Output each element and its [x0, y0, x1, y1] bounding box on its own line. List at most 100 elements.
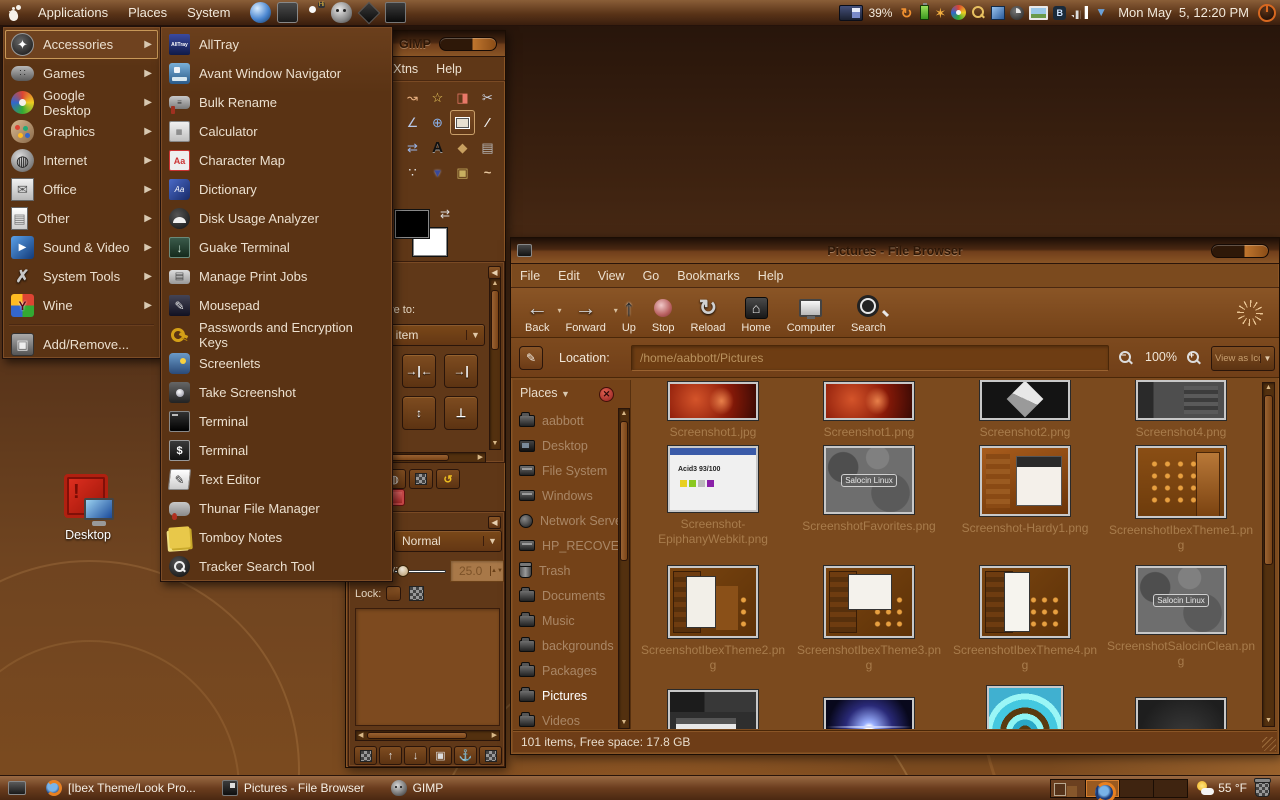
file-item[interactable]: Screenshot-EpiphanyWebkit.png [636, 446, 790, 566]
gimp-swap-colors-icon[interactable]: ⇄ [440, 207, 450, 221]
scrollbar-thumb[interactable] [620, 421, 628, 561]
panel-launcher-icon[interactable] [385, 2, 406, 23]
desktop-shortcut[interactable]: Desktop [56, 474, 120, 542]
lock-checkbox[interactable] [386, 586, 401, 601]
gimp-tool-button[interactable] [425, 135, 450, 160]
tray-icon[interactable] [951, 5, 966, 20]
place-item[interactable]: Documents [513, 583, 618, 608]
power-icon[interactable] [1258, 4, 1276, 22]
lock-pattern-swatch[interactable] [409, 586, 424, 601]
workspace-cell[interactable] [1051, 780, 1085, 797]
scrollbar-thumb[interactable] [1264, 395, 1273, 565]
tray-icon[interactable] [920, 5, 929, 20]
tray-icon[interactable] [1071, 6, 1088, 19]
submenu-item[interactable]: Guake Terminal [163, 233, 390, 262]
cpu-meter-icon[interactable] [839, 5, 863, 21]
gimp-foreground-color-swatch[interactable] [394, 209, 430, 239]
menu-category-item[interactable]: Games ▶ [5, 59, 158, 88]
layers-list[interactable] [355, 608, 500, 726]
file-item[interactable]: ScreenshotFavorites.png [792, 446, 946, 566]
toolbar-button[interactable]: Search [843, 288, 894, 337]
file-item[interactable]: Screenshot-Hardy1.png [948, 446, 1102, 566]
workspace-cell[interactable] [1119, 780, 1153, 797]
spin-arrows-icon[interactable]: ▲▼ [490, 566, 503, 576]
place-item[interactable]: backgrounds [513, 633, 618, 658]
gimp-tool-button[interactable] [450, 160, 475, 185]
submenu-item[interactable]: Tomboy Notes [163, 523, 390, 552]
file-item[interactable]: ScreenshotIbexTheme1.png [1104, 446, 1258, 566]
gnome-menu-icon[interactable] [6, 4, 24, 22]
workspace-cell[interactable] [1153, 780, 1187, 797]
file-item[interactable]: Screenshot2.png [948, 380, 1102, 446]
place-item[interactable]: Network Servers [513, 508, 618, 533]
sidebar-close-icon[interactable]: ✕ [599, 387, 614, 402]
align-right-button[interactable]: →| [444, 354, 478, 388]
opacity-spinbox[interactable]: 25.0 ▲▼ [450, 560, 504, 582]
menu-category-item[interactable]: Office ▶ [5, 175, 158, 204]
workspace-cell-active[interactable] [1085, 780, 1119, 797]
place-item[interactable]: File System [513, 458, 618, 483]
menu-category-item[interactable]: Sound & Video ▶ [5, 233, 158, 262]
scroll-right-icon[interactable]: ▶ [492, 731, 497, 741]
tray-icon[interactable] [1053, 6, 1066, 20]
tray-icon[interactable] [1029, 6, 1048, 20]
submenu-item[interactable]: Terminal [163, 436, 390, 465]
tray-icon[interactable] [934, 6, 946, 20]
file-item[interactable]: ScreenshotIbexTheme2.png [636, 566, 790, 686]
anchor-layer-button[interactable]: ⚓ [454, 746, 477, 765]
place-item[interactable]: Pictures [513, 683, 618, 708]
resize-grip[interactable] [1262, 737, 1276, 751]
place-item[interactable]: HP_RECOVERY [513, 533, 618, 558]
panel-launcher-icon[interactable] [358, 2, 379, 23]
menu-category-item[interactable]: Internet ▶ [5, 146, 158, 175]
delete-layer-button[interactable] [479, 746, 502, 765]
file-browser-window-buttons[interactable] [1211, 244, 1269, 258]
place-item[interactable]: Trash [513, 558, 618, 583]
submenu-item[interactable]: Thunar File Manager [163, 494, 390, 523]
file-view[interactable]: Screenshot1.jpg Screenshot1.png Screensh… [631, 380, 1277, 729]
gimp-menu-item[interactable]: Help [427, 57, 471, 80]
panel-launcher-icon[interactable] [277, 2, 298, 23]
dock-collapse-icon[interactable]: ◀ [488, 516, 501, 529]
taskbar-task-button[interactable]: [Ibex Theme/Look Pro... [36, 778, 206, 799]
toolbar-button[interactable]: Reload [683, 288, 734, 337]
layer-mode-dropdown[interactable]: Normal ▼ [394, 530, 502, 552]
scroll-up-icon[interactable]: ▲ [490, 279, 500, 289]
submenu-item[interactable]: Disk Usage Analyzer [163, 204, 390, 233]
menu-category-item[interactable]: Google Desktop ▶ [5, 88, 158, 117]
gimp-window-buttons[interactable] [439, 37, 497, 51]
tray-icon[interactable] [1093, 6, 1109, 20]
layers-hscrollbar[interactable]: ◀ ▶ [355, 730, 500, 741]
file-browser-menu-item[interactable]: Go [634, 264, 669, 287]
raise-layer-button[interactable]: ↑ [379, 746, 402, 765]
file-item[interactable] [1104, 686, 1258, 729]
sidebar-vscrollbar[interactable]: ▲ ▼ [618, 408, 630, 729]
trash-applet-icon[interactable] [1255, 780, 1270, 797]
gimp-tool-button[interactable] [450, 110, 475, 135]
gimp-tool-button[interactable] [425, 85, 450, 110]
tray-icon[interactable] [897, 6, 915, 20]
delete-options-button[interactable] [409, 469, 433, 489]
taskbar-task-button[interactable]: GIMP [381, 778, 454, 799]
scroll-up-icon[interactable]: ▲ [1263, 383, 1274, 393]
file-item[interactable]: ScreenshotIbexTheme3.png [792, 566, 946, 686]
place-item[interactable]: Desktop [513, 433, 618, 458]
add-remove-menu-item[interactable]: Add/Remove... [5, 330, 158, 359]
lower-layer-button[interactable]: ↓ [404, 746, 427, 765]
tool-options-vscrollbar[interactable]: ▲ ▼ [489, 278, 501, 450]
place-item[interactable]: aabbott [513, 408, 618, 433]
scrollbar-thumb[interactable] [491, 290, 499, 350]
reset-options-button[interactable]: ↺ [436, 469, 460, 489]
scroll-down-icon[interactable]: ▼ [490, 439, 500, 449]
menu-category-item[interactable]: Other ▶ [5, 204, 158, 233]
file-browser-titlebar[interactable]: Pictures - File Browser [511, 238, 1279, 264]
scroll-down-icon[interactable]: ▼ [619, 718, 629, 728]
applications-menu-button[interactable]: Applications [28, 0, 118, 25]
gimp-tool-button[interactable] [475, 135, 500, 160]
gimp-tool-button[interactable] [425, 160, 450, 185]
gimp-tool-button[interactable] [475, 110, 500, 135]
gimp-tool-button[interactable] [400, 135, 425, 160]
scrollbar-thumb[interactable] [367, 732, 467, 739]
file-browser-menu-item[interactable]: File [511, 264, 549, 287]
gimp-tool-button[interactable] [425, 110, 450, 135]
